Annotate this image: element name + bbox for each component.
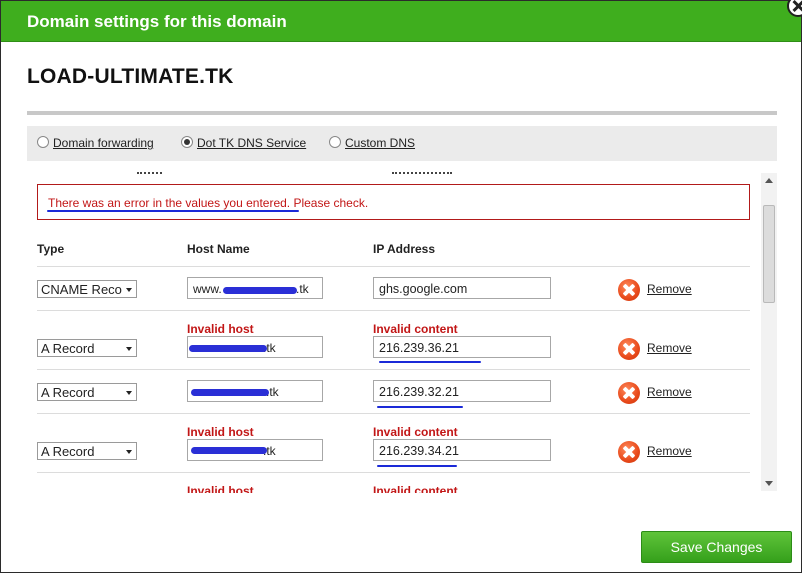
remove-link[interactable]: Remove — [647, 385, 692, 399]
column-header-type: Type — [37, 242, 65, 256]
ink-underline — [379, 361, 481, 363]
redaction-scribble — [191, 389, 269, 396]
host-value: www. — [193, 282, 222, 296]
row-divider — [37, 369, 750, 370]
redaction-scribble — [223, 287, 297, 294]
ip-address-input[interactable]: 216.239.32.21 — [373, 380, 551, 402]
ip-value: 216.239.34.21 — [379, 444, 459, 458]
ink-underline — [377, 465, 457, 467]
remove-icon[interactable] — [618, 441, 640, 463]
host-error-label: Invalid host — [187, 425, 254, 439]
ip-error-label: Invalid content — [373, 425, 458, 439]
redaction-scribble — [191, 447, 267, 454]
ink-underline — [377, 406, 463, 408]
radio-button-icon[interactable] — [329, 136, 341, 148]
select-value: A Record — [41, 444, 95, 459]
ip-address-input[interactable]: 216.239.36.21 — [373, 336, 551, 358]
chevron-down-icon — [126, 288, 132, 292]
domain-settings-dialog: Domain settings for this domain LOAD-ULT… — [0, 0, 802, 573]
radio-button-icon[interactable] — [37, 136, 49, 148]
chevron-down-icon — [126, 347, 132, 351]
ip-value: ghs.google.com — [379, 282, 468, 296]
scroll-down-icon[interactable] — [765, 481, 773, 486]
redaction-scribble — [189, 345, 267, 352]
radio-domain-forwarding[interactable]: Domain forwarding — [37, 136, 154, 150]
dns-records-scroll-area[interactable]: There was an error in the values you ent… — [27, 171, 777, 493]
column-header-host: Host Name — [187, 242, 250, 256]
host-error-label: Invalid host — [187, 322, 254, 336]
dns-mode-selector: Domain forwarding Dot TK DNS Service Cus… — [27, 126, 777, 161]
ip-value: 216.239.36.21 — [379, 341, 459, 355]
scrollbar-thumb[interactable] — [763, 205, 775, 303]
ip-error-label: Invalid content — [373, 484, 458, 493]
chevron-down-icon — [126, 450, 132, 454]
error-message: There was an error in the values you ent… — [48, 196, 369, 210]
ink-underline — [47, 210, 299, 212]
chevron-down-icon — [126, 391, 132, 395]
radio-label[interactable]: Dot TK DNS Service — [197, 136, 306, 150]
select-value: CNAME Record — [41, 282, 134, 297]
radio-custom-dns[interactable]: Custom DNS — [329, 136, 415, 150]
host-error-label: Invalid host — [187, 484, 254, 493]
vertical-scrollbar[interactable] — [761, 173, 777, 491]
radio-dot-tk-dns[interactable]: Dot TK DNS Service — [181, 136, 306, 150]
host-suffix: .tk — [296, 282, 309, 296]
remove-icon[interactable] — [618, 382, 640, 404]
scroll-up-icon[interactable] — [765, 178, 773, 183]
domain-name-heading: LOAD-ULTIMATE.TK — [27, 65, 234, 88]
radio-label[interactable]: Domain forwarding — [53, 136, 154, 150]
column-header-ip: IP Address — [373, 242, 436, 256]
remove-link[interactable]: Remove — [647, 444, 692, 458]
dialog-title: Domain settings for this domain — [27, 12, 287, 31]
remove-link[interactable]: Remove — [647, 341, 692, 355]
remove-icon[interactable] — [618, 279, 640, 301]
radio-label[interactable]: Custom DNS — [345, 136, 415, 150]
save-changes-button[interactable]: Save Changes — [641, 531, 792, 563]
remove-icon[interactable] — [618, 338, 640, 360]
row-divider — [37, 266, 750, 267]
row-divider — [37, 310, 750, 311]
row-divider — [37, 413, 750, 414]
remove-link[interactable]: Remove — [647, 282, 692, 296]
radio-button-icon[interactable] — [181, 136, 193, 148]
row-divider — [37, 472, 750, 473]
error-message-box: There was an error in the values you ent… — [37, 184, 750, 220]
record-type-select[interactable]: A Record — [37, 442, 137, 460]
ip-address-input[interactable]: ghs.google.com — [373, 277, 551, 299]
record-type-select[interactable]: A Record — [37, 383, 137, 401]
record-type-select[interactable]: CNAME Record — [37, 280, 137, 298]
divider — [27, 111, 777, 115]
ip-value: 216.239.32.21 — [379, 385, 459, 399]
record-type-select[interactable]: A Record — [37, 339, 137, 357]
ip-error-label: Invalid content — [373, 322, 458, 336]
select-value: A Record — [41, 385, 95, 400]
clipped-content — [27, 171, 747, 175]
dialog-titlebar: Domain settings for this domain — [1, 1, 801, 42]
ip-address-input[interactable]: 216.239.34.21 — [373, 439, 551, 461]
select-value: A Record — [41, 341, 95, 356]
